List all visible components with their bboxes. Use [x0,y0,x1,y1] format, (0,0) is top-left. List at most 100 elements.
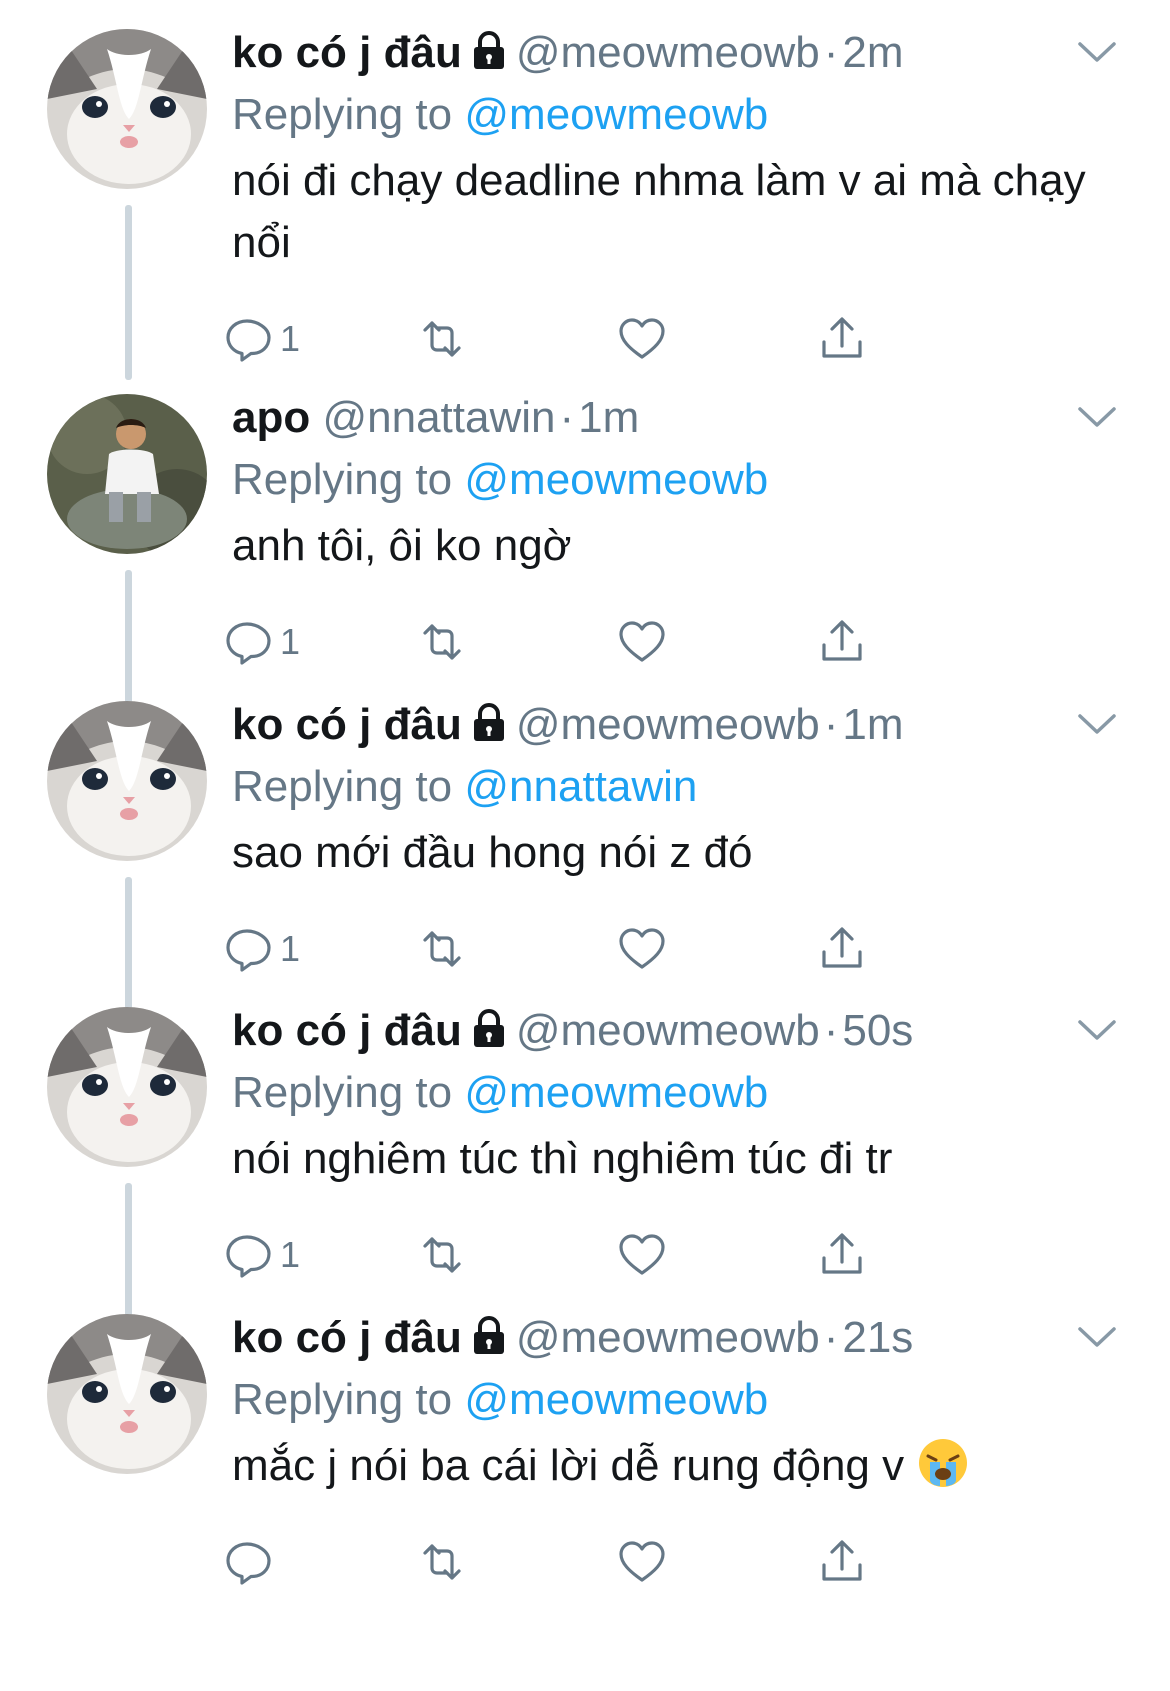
timestamp[interactable]: 1m [842,700,903,749]
display-name[interactable]: ko có j đâu [232,1313,462,1362]
replying-to-label: Replying to [232,1375,453,1424]
avatar[interactable] [47,1007,207,1167]
chevron-down-icon[interactable] [1076,1016,1118,1044]
user-handle[interactable]: @meowmeowb [516,28,820,77]
kitten-avatar-image [47,701,207,861]
display-name[interactable]: ko có j đâu [232,1006,462,1055]
timestamp[interactable]: 2m [842,28,903,77]
avatar[interactable] [47,701,207,861]
replying-to-label: Replying to [232,90,453,139]
replying-to-handle[interactable]: @meowmeowb [464,90,768,139]
reply-count: 1 [280,928,301,969]
share-button[interactable] [815,919,869,979]
like-button[interactable] [615,309,669,369]
heart-icon [619,1234,665,1275]
reply-icon [226,1235,271,1278]
replying-to-handle[interactable]: @meowmeowb [464,1068,768,1117]
heart-icon [619,621,665,662]
retweet-icon [423,1544,461,1580]
tweet-header: ko có j đâu @meowmeowb·2m [232,18,903,88]
tweet-2[interactable]: apo @nnattawin·1m Replying to @meowmeowb… [0,365,1170,705]
retweet-button[interactable] [415,919,469,979]
retweet-button[interactable] [415,309,469,369]
reply-button[interactable]: 1 [220,612,300,672]
share-button[interactable] [815,309,869,369]
like-button[interactable] [615,1532,669,1592]
replying-to-label: Replying to [232,455,453,504]
like-button[interactable] [615,1225,669,1285]
retweet-button[interactable] [415,1225,469,1285]
separator-dot: · [823,1313,839,1362]
user-handle[interactable]: @nnattawin [322,393,555,442]
share-button[interactable] [815,1532,869,1592]
share-button[interactable] [815,1225,869,1285]
retweet-icon [423,931,461,967]
lock-icon [473,1316,504,1354]
share-icon [822,317,862,358]
user-handle[interactable]: @meowmeowb [516,700,820,749]
reply-button[interactable]: 1 [220,919,300,979]
tweet-3[interactable]: ko có j đâu @meowmeowb·1m Replying to @nn… [0,672,1170,1012]
replying-to-handle[interactable]: @meowmeowb [464,455,768,504]
reply-button[interactable]: 1 [220,309,300,369]
reply-icon [226,1542,271,1585]
replying-to: Replying to @meowmeowb [232,82,768,148]
loudly-crying-face-emoji [919,1439,968,1487]
share-icon [822,927,862,968]
lock-icon [473,1009,504,1047]
tweet-header: ko có j đâu @meowmeowb·1m [232,690,903,760]
reply-button[interactable] [220,1532,280,1592]
display-name[interactable]: ko có j đâu [232,28,462,77]
timestamp[interactable]: 50s [842,1006,913,1055]
replying-to: Replying to @nnattawin [232,754,697,820]
retweet-button[interactable] [415,612,469,672]
tweet-thread: ko có j đâu @meowmeowb·2m Replying to @me… [0,0,1170,1691]
user-handle[interactable]: @meowmeowb [516,1313,820,1362]
replying-to-handle[interactable]: @meowmeowb [464,1375,768,1424]
retweet-button[interactable] [415,1532,469,1592]
tweet-5[interactable]: ko có j đâu @meowmeowb·21s Replying to @m… [0,1285,1170,1617]
avatar[interactable] [47,29,207,189]
replying-to: Replying to @meowmeowb [232,1367,768,1433]
timestamp[interactable]: 21s [842,1313,913,1362]
share-button[interactable] [815,612,869,672]
heart-icon [619,1541,665,1582]
tweet-text: nói đi chạy deadline nhma làm v ai mà ch… [232,150,1092,274]
tweet-actions: 1 [226,612,992,672]
retweet-icon [423,321,461,357]
share-icon [822,1233,862,1274]
timestamp[interactable]: 1m [578,393,639,442]
tweet-text-content: nói đi chạy deadline nhma làm v ai mà ch… [232,156,1086,267]
user-handle[interactable]: @meowmeowb [516,1006,820,1055]
chevron-down-icon[interactable] [1076,710,1118,738]
avatar[interactable] [47,394,207,554]
replying-to: Replying to @meowmeowb [232,447,768,513]
tweet-4[interactable]: ko có j đâu @meowmeowb·50s Replying to @m… [0,978,1170,1318]
heart-icon [619,928,665,969]
tweet-header: apo @nnattawin·1m [232,383,639,453]
tweet-text: sao mới đầu hong nói z đó [232,822,1092,884]
display-name[interactable]: apo [232,393,310,442]
tweet-1[interactable]: ko có j đâu @meowmeowb·2m Replying to @me… [0,0,1170,380]
avatar[interactable] [47,1314,207,1474]
chevron-down-icon[interactable] [1076,403,1118,431]
replying-to-handle[interactable]: @nnattawin [464,762,697,811]
tweet-text-content: sao mới đầu hong nói z đó [232,828,753,877]
chevron-down-icon[interactable] [1076,38,1118,66]
tweet-actions [226,1532,992,1592]
tweet-header: ko có j đâu @meowmeowb·21s [232,1303,913,1373]
like-button[interactable] [615,919,669,979]
display-name[interactable]: ko có j đâu [232,700,462,749]
share-icon [822,620,862,661]
reply-button[interactable]: 1 [220,1225,300,1285]
like-button[interactable] [615,612,669,672]
reply-icon [226,929,271,972]
chevron-down-icon[interactable] [1076,1323,1118,1351]
replying-to: Replying to @meowmeowb [232,1060,768,1126]
thread-connector-line [125,205,132,380]
tweet-text: mắc j nói ba cái lời dễ rung động v [232,1435,1092,1497]
heart-icon [619,318,665,359]
lock-icon [473,31,504,69]
person-avatar-image [47,394,207,554]
tweet-text-content: mắc j nói ba cái lời dễ rung động v [232,1441,905,1490]
